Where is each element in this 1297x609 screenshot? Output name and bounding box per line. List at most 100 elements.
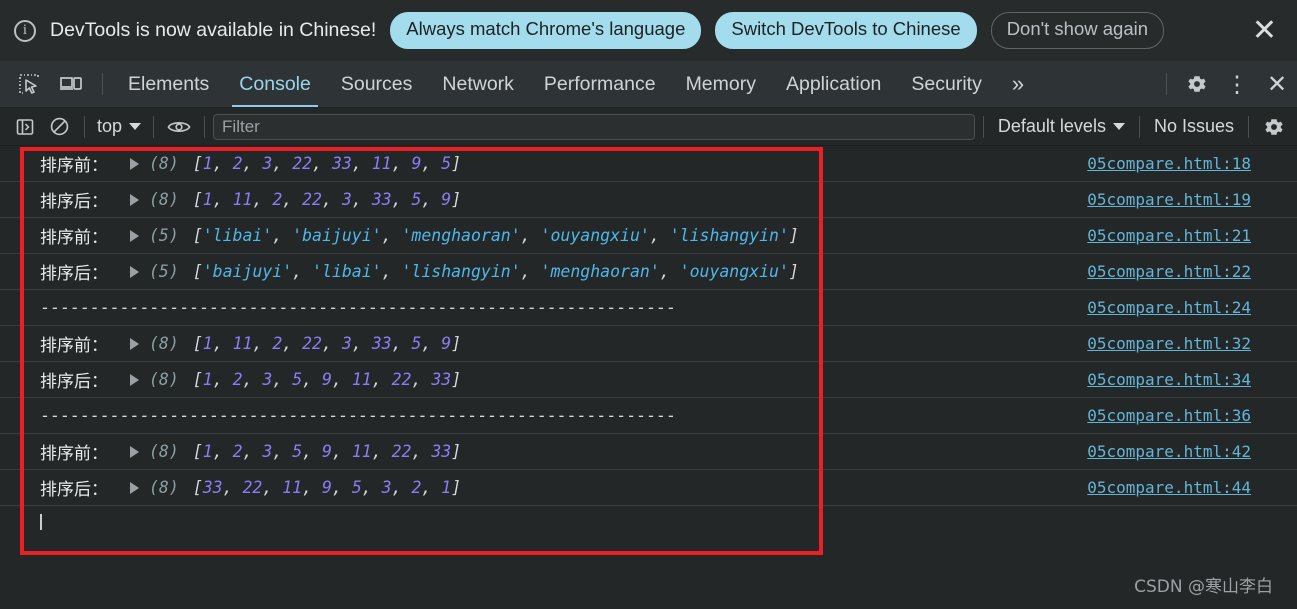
console-row[interactable]: 排序前： (8) [1, 2, 3, 22, 33, 11, 9, 5] 05comp… bbox=[0, 146, 1297, 182]
console-row[interactable]: ----------------------------------------… bbox=[0, 290, 1297, 326]
filter-input[interactable] bbox=[213, 113, 975, 140]
array-item: 'libai' bbox=[202, 226, 273, 245]
source-link[interactable]: 05compare.html:32 bbox=[1087, 334, 1251, 353]
array-item: 2 bbox=[232, 154, 243, 173]
chevron-down-icon bbox=[129, 123, 142, 130]
array-item: 1 bbox=[202, 442, 213, 461]
console-row[interactable]: 排序前： (5) ['libai', 'baijuyi', 'menghaoran'… bbox=[0, 218, 1297, 254]
array-item: 2 bbox=[411, 478, 422, 497]
array-item: 'ouyangxiu' bbox=[540, 226, 650, 245]
gear-icon[interactable] bbox=[1177, 61, 1217, 107]
tab-label: Performance bbox=[543, 72, 656, 95]
array-item: 2 bbox=[272, 190, 283, 209]
console-row[interactable]: 排序前： (8) [1, 11, 2, 22, 3, 33, 5, 9] 05comp… bbox=[0, 326, 1297, 362]
tab-security[interactable]: Security bbox=[896, 61, 996, 107]
expand-triangle-icon[interactable] bbox=[130, 337, 139, 350]
array-item: 33 bbox=[331, 154, 352, 173]
close-devtools-icon[interactable]: ✕ bbox=[1257, 61, 1297, 107]
array-item: 3 bbox=[341, 190, 352, 209]
clear-console-icon[interactable] bbox=[42, 112, 76, 142]
array-item: 22 bbox=[391, 442, 412, 461]
tab-elements[interactable]: Elements bbox=[113, 61, 224, 107]
array-item: 11 bbox=[351, 442, 372, 461]
array-preview: [1, 2, 3, 22, 33, 11, 9, 5] bbox=[192, 154, 462, 173]
console-row[interactable]: 排序后： (8) [33, 22, 11, 9, 5, 3, 2, 1] 05comp… bbox=[0, 470, 1297, 506]
tab-label: Memory bbox=[685, 72, 756, 95]
array-item: 'baijuyi' bbox=[202, 262, 293, 281]
console-row-label: 排序后： bbox=[40, 192, 108, 212]
console-row-label: 排序前： bbox=[40, 156, 108, 176]
source-link[interactable]: 05compare.html:36 bbox=[1087, 406, 1251, 425]
array-item: 3 bbox=[262, 370, 273, 389]
console-message-list[interactable]: 排序前： (8) [1, 2, 3, 22, 33, 11, 9, 5] 05comp… bbox=[0, 146, 1297, 570]
source-link[interactable]: 05compare.html:18 bbox=[1087, 154, 1251, 173]
chevron-down-icon bbox=[1112, 123, 1125, 130]
info-icon: i bbox=[14, 19, 36, 42]
array-item: 9 bbox=[322, 478, 332, 497]
tab-console[interactable]: Console bbox=[224, 61, 326, 107]
source-link[interactable]: 05compare.html:19 bbox=[1087, 190, 1251, 209]
array-preview: [1, 11, 2, 22, 3, 33, 5, 9] bbox=[192, 190, 462, 209]
switch-devtools-to-chinese-button[interactable]: Switch DevTools to Chinese bbox=[715, 12, 977, 49]
log-levels-dropdown[interactable]: Default levels bbox=[992, 116, 1131, 137]
array-item: 5 bbox=[411, 334, 422, 353]
console-settings-gear-icon[interactable] bbox=[1257, 112, 1291, 142]
array-item: 9 bbox=[441, 190, 452, 209]
execution-context-dropdown[interactable]: top bbox=[93, 116, 145, 137]
array-item: 5 bbox=[351, 478, 362, 497]
more-tabs-icon[interactable]: » bbox=[997, 61, 1039, 107]
array-item: 11 bbox=[282, 478, 303, 497]
tab-performance[interactable]: Performance bbox=[529, 61, 671, 107]
source-link[interactable]: 05compare.html:42 bbox=[1087, 442, 1251, 461]
array-item: 1 bbox=[202, 154, 213, 173]
array-length: (8) bbox=[149, 190, 179, 209]
console-text-message: ----------------------------------------… bbox=[40, 298, 676, 317]
source-link[interactable]: 05compare.html:21 bbox=[1087, 226, 1251, 245]
tab-application[interactable]: Application bbox=[771, 61, 896, 107]
expand-triangle-icon[interactable] bbox=[130, 193, 139, 206]
expand-triangle-icon[interactable] bbox=[130, 157, 139, 170]
source-link[interactable]: 05compare.html:44 bbox=[1087, 478, 1251, 497]
array-item: 5 bbox=[411, 190, 422, 209]
tab-sources[interactable]: Sources bbox=[326, 61, 428, 107]
array-item: 3 bbox=[262, 154, 273, 173]
console-toolbar: top Default levels No Issues bbox=[0, 108, 1297, 146]
toolbar-divider bbox=[1248, 115, 1249, 138]
tab-label: Network bbox=[442, 72, 514, 95]
source-link[interactable]: 05compare.html:34 bbox=[1087, 370, 1251, 389]
source-link[interactable]: 05compare.html:24 bbox=[1087, 298, 1251, 317]
array-item: 11 bbox=[371, 154, 392, 173]
array-item: 2 bbox=[232, 442, 243, 461]
issues-counter[interactable]: No Issues bbox=[1148, 116, 1240, 137]
expand-triangle-icon[interactable] bbox=[130, 265, 139, 278]
console-row[interactable]: 排序后： (8) [1, 2, 3, 5, 9, 11, 22, 33] 05comp… bbox=[0, 362, 1297, 398]
console-row[interactable]: 排序前： (8) [1, 2, 3, 5, 9, 11, 22, 33] 05comp… bbox=[0, 434, 1297, 470]
close-icon[interactable]: ✕ bbox=[1246, 15, 1283, 46]
console-row[interactable]: 排序后： (5) ['baijuyi', 'libai', 'lishangyin'… bbox=[0, 254, 1297, 290]
tab-memory[interactable]: Memory bbox=[671, 61, 771, 107]
chevron-double-right-icon: » bbox=[1011, 71, 1025, 96]
array-item: 2 bbox=[272, 334, 283, 353]
live-expression-icon[interactable] bbox=[162, 112, 196, 142]
expand-triangle-icon[interactable] bbox=[130, 373, 139, 386]
array-item: 1 bbox=[202, 190, 213, 209]
array-item: 'libai' bbox=[312, 262, 382, 281]
sidebar-toggle-icon[interactable] bbox=[8, 112, 42, 142]
dont-show-again-button[interactable]: Don't show again bbox=[990, 12, 1165, 49]
device-toolbar-icon[interactable] bbox=[50, 61, 92, 107]
source-link[interactable]: 05compare.html:22 bbox=[1087, 262, 1251, 281]
expand-triangle-icon[interactable] bbox=[130, 229, 139, 242]
more-options-icon[interactable]: ⋮ bbox=[1217, 61, 1257, 107]
always-match-chrome-language-button[interactable]: Always match Chrome's language bbox=[390, 12, 702, 49]
expand-triangle-icon[interactable] bbox=[130, 481, 139, 494]
toolbar-divider bbox=[84, 115, 85, 138]
tab-network[interactable]: Network bbox=[427, 61, 529, 107]
array-item: 11 bbox=[232, 334, 253, 353]
console-row[interactable]: 排序后： (8) [1, 11, 2, 22, 3, 33, 5, 9] 05comp… bbox=[0, 182, 1297, 218]
tab-label: Application bbox=[785, 72, 882, 95]
expand-triangle-icon[interactable] bbox=[130, 445, 139, 458]
inspect-element-icon[interactable] bbox=[8, 61, 50, 107]
console-prompt[interactable] bbox=[0, 506, 1297, 538]
array-item: 22 bbox=[302, 190, 322, 209]
console-row[interactable]: ----------------------------------------… bbox=[0, 398, 1297, 434]
